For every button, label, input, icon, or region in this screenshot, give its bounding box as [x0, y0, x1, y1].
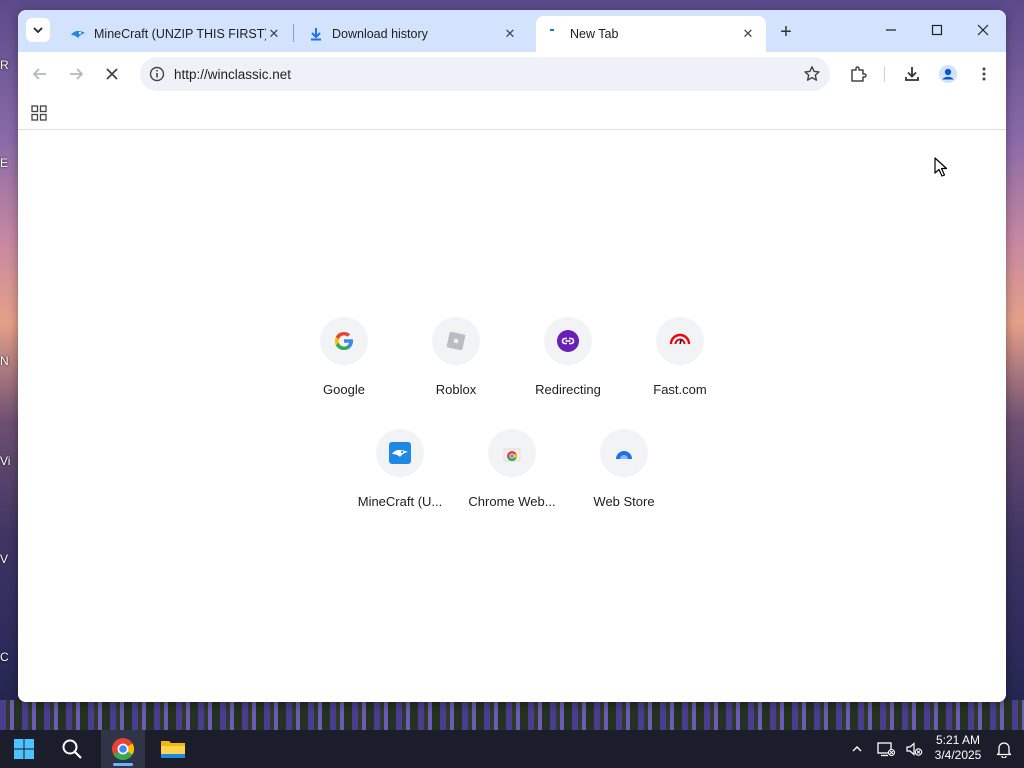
tab-title: Download history: [332, 27, 428, 41]
stop-loading-button[interactable]: [98, 60, 126, 88]
arrow-left-icon: [32, 68, 46, 80]
tab-download-history[interactable]: Download history ✕: [298, 16, 528, 52]
shortcut-fast-com[interactable]: Fast.com: [624, 317, 736, 417]
arrow-right-icon: [70, 68, 84, 80]
bookmarks-bar: [18, 96, 1006, 130]
toolbar-divider: [884, 66, 885, 82]
taskbar-file-explorer-button[interactable]: [151, 730, 195, 768]
maximize-button[interactable]: [914, 10, 960, 50]
download-icon: [905, 67, 919, 81]
maximize-icon: [931, 24, 943, 36]
shortcut-label: Web Store: [593, 494, 655, 509]
minecraft-bird-icon: [70, 26, 86, 42]
google-icon: [320, 317, 368, 365]
browser-window: MineCraft (UNZIP THIS FIRST) ✕ Download …: [18, 10, 1006, 702]
close-icon[interactable]: ✕: [740, 26, 756, 42]
menu-button[interactable]: [970, 60, 998, 88]
desktop-icon-label[interactable]: E: [0, 156, 18, 170]
shortcut-label: Fast.com: [653, 382, 707, 397]
volume-button[interactable]: [902, 730, 926, 768]
speed-gauge-icon: [656, 317, 704, 365]
taskbar-chrome-button[interactable]: [101, 730, 145, 768]
shortcut-label: Google: [323, 382, 365, 397]
close-icon: [106, 68, 118, 80]
url-text[interactable]: http://winclassic.net: [174, 67, 794, 82]
tab-strip: MineCraft (UNZIP THIS FIRST) ✕ Download …: [18, 10, 1006, 52]
close-icon: [977, 24, 989, 36]
close-window-button[interactable]: [960, 10, 1006, 50]
start-button[interactable]: [2, 730, 46, 768]
tab-new-tab[interactable]: New Tab ✕: [536, 16, 766, 52]
back-button[interactable]: [26, 60, 54, 88]
info-icon[interactable]: [140, 66, 174, 82]
shortcut-chrome-web-store[interactable]: Chrome Web...: [456, 429, 568, 529]
avatar-icon: [939, 65, 957, 83]
chevron-down-icon: [33, 27, 43, 34]
downloads-button[interactable]: [898, 60, 926, 88]
tab-title: New Tab: [570, 27, 619, 41]
forward-button[interactable]: [62, 60, 90, 88]
minimize-button[interactable]: [868, 10, 914, 50]
minecraft-bird-icon: [376, 429, 424, 477]
close-icon[interactable]: ✕: [266, 26, 282, 42]
close-icon[interactable]: ✕: [502, 26, 518, 42]
chrome-icon: [112, 738, 134, 760]
shortcut-roblox[interactable]: Roblox: [400, 317, 512, 417]
tab-minecraft[interactable]: MineCraft (UNZIP THIS FIRST) ✕: [60, 16, 292, 52]
notifications-button[interactable]: [992, 730, 1016, 768]
desktop-icon-label[interactable]: N: [0, 354, 18, 368]
tab-title: MineCraft (UNZIP THIS FIRST): [94, 27, 266, 41]
web-store-icon: [600, 429, 648, 477]
windows-logo-icon: [14, 739, 34, 759]
chrome-web-store-icon: [488, 429, 536, 477]
plus-icon: +: [780, 20, 792, 43]
taskbar-search-button[interactable]: [50, 730, 94, 768]
mouse-cursor-icon: [934, 157, 948, 177]
shortcut-label: Redirecting: [535, 382, 601, 397]
address-bar[interactable]: http://winclassic.net: [140, 57, 830, 91]
puzzle-piece-icon: [851, 66, 867, 82]
redirect-link-icon: [544, 317, 592, 365]
desktop-icon-label[interactable]: C: [0, 650, 18, 664]
desktop-wallpaper-flowers: [0, 700, 1024, 730]
volume-muted-icon: [906, 742, 923, 756]
search-icon: [62, 739, 82, 759]
chevron-up-icon: [852, 746, 862, 752]
browser-toolbar: http://winclassic.net: [18, 52, 1006, 96]
desktop-icon-label[interactable]: R: [0, 58, 18, 72]
tab-search-button[interactable]: [26, 18, 50, 42]
show-hidden-icons-button[interactable]: [846, 730, 868, 768]
download-icon: [308, 26, 324, 42]
extensions-button[interactable]: [844, 60, 872, 88]
taskbar-clock[interactable]: 5:21 AM 3/4/2025: [928, 733, 988, 763]
folder-icon: [161, 741, 185, 758]
apps-grid-icon: [31, 105, 47, 121]
shortcut-label: Chrome Web...: [468, 494, 556, 509]
desktop-icon-label[interactable]: V: [0, 552, 18, 566]
bell-icon: [996, 742, 1012, 758]
apps-button[interactable]: [28, 102, 50, 124]
roblox-icon: [432, 317, 480, 365]
clock-time: 5:21 AM: [935, 733, 981, 747]
taskbar: 5:21 AM 3/4/2025: [0, 730, 1024, 768]
shortcut-redirecting[interactable]: Redirecting: [512, 317, 624, 417]
clock-date: 3/4/2025: [934, 748, 982, 762]
network-button[interactable]: [874, 730, 898, 768]
more-vertical-icon: [982, 67, 986, 81]
shortcut-google[interactable]: Google: [288, 317, 400, 417]
new-tab-button[interactable]: +: [774, 20, 798, 44]
shortcut-web-store[interactable]: Web Store: [568, 429, 680, 529]
tab-divider: [293, 24, 294, 42]
bookmark-star-icon[interactable]: [794, 65, 830, 83]
minimize-icon: [886, 29, 896, 31]
shortcut-minecraft[interactable]: MineCraft (U...: [344, 429, 456, 529]
new-tab-page: Google Roblox Redirecting Fast.com MineC…: [18, 131, 1006, 702]
desktop-icon-label[interactable]: Vi: [0, 454, 18, 468]
loading-spinner-icon: [546, 26, 562, 42]
network-monitor-icon: [877, 742, 895, 757]
shortcut-label: MineCraft (U...: [357, 494, 443, 509]
shortcut-label: Roblox: [435, 382, 477, 397]
profile-button[interactable]: [934, 60, 962, 88]
